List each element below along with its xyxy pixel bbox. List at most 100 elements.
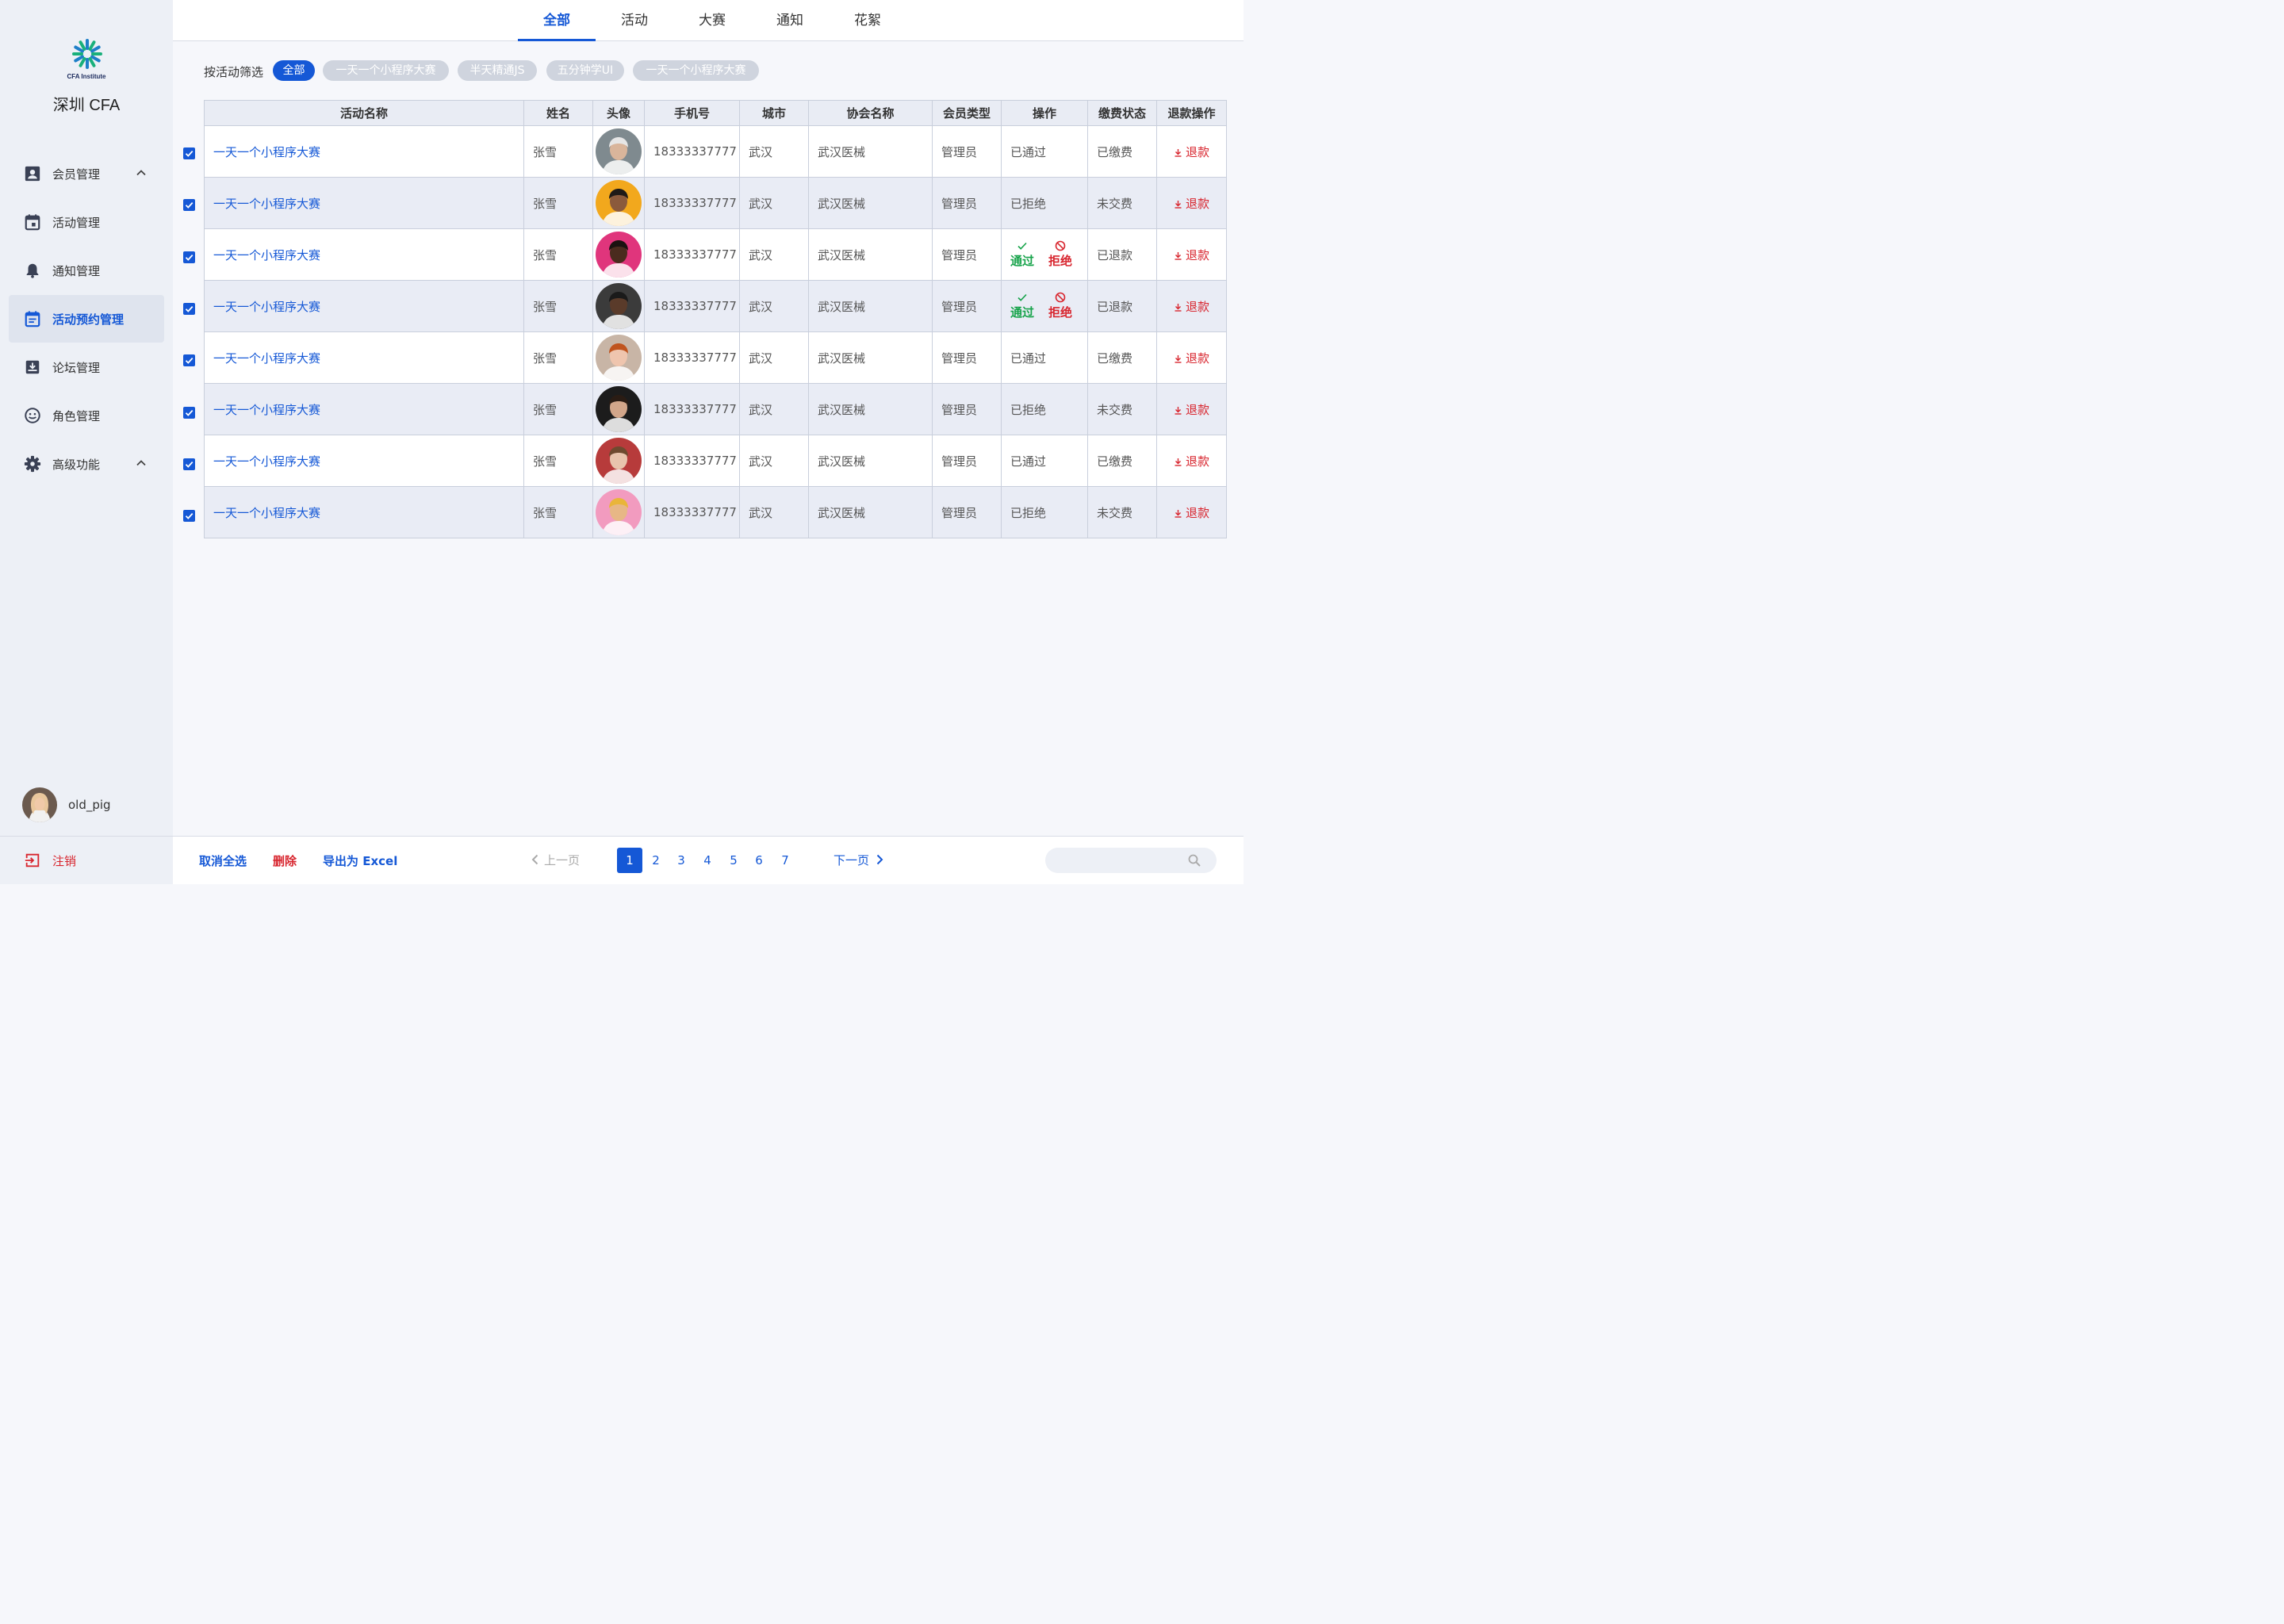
tab-all[interactable]: 全部 — [518, 0, 596, 41]
approve-button[interactable]: 通过 — [1010, 292, 1034, 320]
user-name: old_pig — [68, 798, 111, 812]
tab-activities[interactable]: 活动 — [596, 0, 673, 41]
page-1[interactable]: 1 — [617, 848, 642, 873]
sidebar-item-members[interactable]: 会员管理 — [9, 150, 164, 197]
activity-name-link[interactable]: 一天一个小程序大赛 — [204, 177, 524, 229]
search-icon — [1188, 854, 1201, 867]
export-excel-button[interactable]: 导出为 Excel — [323, 852, 397, 869]
avatar — [596, 283, 642, 329]
refund-label: 退款 — [1185, 196, 1209, 211]
page-4[interactable]: 4 — [695, 848, 720, 873]
member-type-cell: 管理员 — [932, 486, 1002, 538]
checkmark-icon — [185, 409, 194, 416]
refund-button[interactable]: 退款 — [1156, 486, 1227, 538]
member-name-cell: 张雪 — [523, 125, 593, 178]
refund-button[interactable]: 退款 — [1156, 280, 1227, 332]
gear-icon — [24, 455, 41, 473]
refund-label: 退款 — [1185, 299, 1209, 314]
table-row: 一天一个小程序大赛 张雪 18333337777 武汉 武汉医械 管理员 通过 拒绝 已退款 退款 — [204, 228, 1227, 281]
refund-button[interactable]: 退款 — [1156, 228, 1227, 281]
sidebar-item-advanced[interactable]: 高级功能 — [9, 440, 164, 488]
prev-page-label: 上一页 — [544, 853, 581, 868]
next-page-button[interactable]: 下一页 — [834, 848, 883, 873]
avatar-image — [596, 438, 642, 484]
refund-label: 退款 — [1185, 144, 1209, 159]
filter-chip-all[interactable]: 全部 — [273, 60, 315, 81]
filter-chip[interactable]: 半天精通JS — [458, 60, 537, 81]
next-page-label: 下一页 — [834, 853, 870, 868]
page-5[interactable]: 5 — [721, 848, 746, 873]
filter-chip[interactable]: 五分钟学UI — [546, 60, 624, 81]
delete-button[interactable]: 删除 — [273, 852, 297, 869]
avatar — [596, 180, 642, 226]
column-header: 退款操作 — [1156, 100, 1227, 126]
member-name-cell: 张雪 — [523, 177, 593, 229]
current-user[interactable]: old_pig — [22, 787, 111, 822]
activity-name-link[interactable]: 一天一个小程序大赛 — [204, 435, 524, 487]
city-cell: 武汉 — [739, 486, 809, 538]
page-6[interactable]: 6 — [746, 848, 772, 873]
page-3[interactable]: 3 — [669, 848, 694, 873]
page-7[interactable]: 7 — [772, 848, 798, 873]
refund-icon — [1175, 509, 1182, 518]
logout-label: 注销 — [52, 853, 77, 868]
avatar-cell — [592, 280, 645, 332]
activity-name-link[interactable]: 一天一个小程序大赛 — [204, 383, 524, 435]
sidebar-item-forum[interactable]: 论坛管理 — [9, 343, 164, 391]
user-card-icon — [24, 165, 41, 182]
row-checkbox[interactable] — [183, 406, 195, 419]
row-checkbox[interactable] — [183, 458, 195, 470]
row-checkbox[interactable] — [183, 302, 195, 315]
sidebar-item-label: 高级功能 — [52, 457, 101, 472]
smiley-icon — [24, 407, 41, 424]
sidebar-item-roles[interactable]: 角色管理 — [9, 392, 164, 439]
reject-button[interactable]: 拒绝 — [1048, 292, 1072, 320]
row-checkbox[interactable] — [183, 251, 195, 263]
member-name-cell: 张雪 — [523, 435, 593, 487]
sidebar-item-label: 活动管理 — [52, 215, 101, 230]
row-checkbox[interactable] — [183, 354, 195, 367]
refund-icon — [1175, 200, 1182, 209]
row-checkbox[interactable] — [183, 199, 195, 212]
op-cell: 通过 拒绝 — [1001, 228, 1088, 281]
sidebar-item-notices[interactable]: 通知管理 — [9, 247, 164, 294]
refund-button[interactable]: 退款 — [1156, 331, 1227, 384]
reject-button[interactable]: 拒绝 — [1048, 240, 1072, 269]
page-2[interactable]: 2 — [643, 848, 669, 873]
avatar-cell — [592, 435, 645, 487]
inbox-icon — [24, 358, 41, 376]
activity-name-link[interactable]: 一天一个小程序大赛 — [204, 331, 524, 384]
activity-name-link[interactable]: 一天一个小程序大赛 — [204, 280, 524, 332]
tab-contests[interactable]: 大赛 — [673, 0, 751, 41]
logout-button[interactable]: 注销 — [0, 836, 173, 884]
avatar — [596, 128, 642, 174]
tab-highlights[interactable]: 花絮 — [829, 0, 906, 41]
activity-name-link[interactable]: 一天一个小程序大赛 — [204, 125, 524, 178]
filter-chip[interactable]: 一天一个小程序大赛 — [323, 60, 449, 81]
row-checkbox[interactable] — [183, 147, 195, 159]
tab-notices[interactable]: 通知 — [751, 0, 829, 41]
avatar — [596, 232, 642, 278]
table-row: 一天一个小程序大赛 张雪 18333337777 武汉 武汉医械 管理员 已通过 已缴费 退款 — [204, 435, 1227, 487]
prev-page-button[interactable]: 上一页 — [531, 848, 580, 873]
filter-chip[interactable]: 一天一个小程序大赛 — [633, 60, 759, 81]
sidebar: CFA Institute 深圳 CFA 会员管理 活动管理 通知管理 活动预约… — [0, 0, 173, 884]
chevron-left-icon — [531, 854, 538, 865]
sidebar-item-activities[interactable]: 活动管理 — [9, 198, 164, 246]
avatar-image — [596, 232, 642, 278]
row-checkbox[interactable] — [183, 510, 195, 523]
refund-button[interactable]: 退款 — [1156, 435, 1227, 487]
activity-name-link[interactable]: 一天一个小程序大赛 — [204, 486, 524, 538]
table-row: 一天一个小程序大赛 张雪 18333337777 武汉 武汉医械 管理员 已拒绝 未交费 退款 — [204, 486, 1227, 538]
deselect-all-button[interactable]: 取消全选 — [199, 852, 247, 869]
checkmark-icon — [185, 513, 194, 520]
approve-button[interactable]: 通过 — [1010, 240, 1034, 269]
phone-cell: 18333337777 — [644, 228, 740, 281]
sidebar-item-activity-booking[interactable]: 活动预约管理 — [9, 295, 164, 343]
avatar-cell — [592, 125, 645, 178]
association-cell: 武汉医械 — [808, 125, 933, 178]
refund-button[interactable]: 退款 — [1156, 383, 1227, 435]
refund-button[interactable]: 退款 — [1156, 177, 1227, 229]
refund-button[interactable]: 退款 — [1156, 125, 1227, 178]
activity-name-link[interactable]: 一天一个小程序大赛 — [204, 228, 524, 281]
